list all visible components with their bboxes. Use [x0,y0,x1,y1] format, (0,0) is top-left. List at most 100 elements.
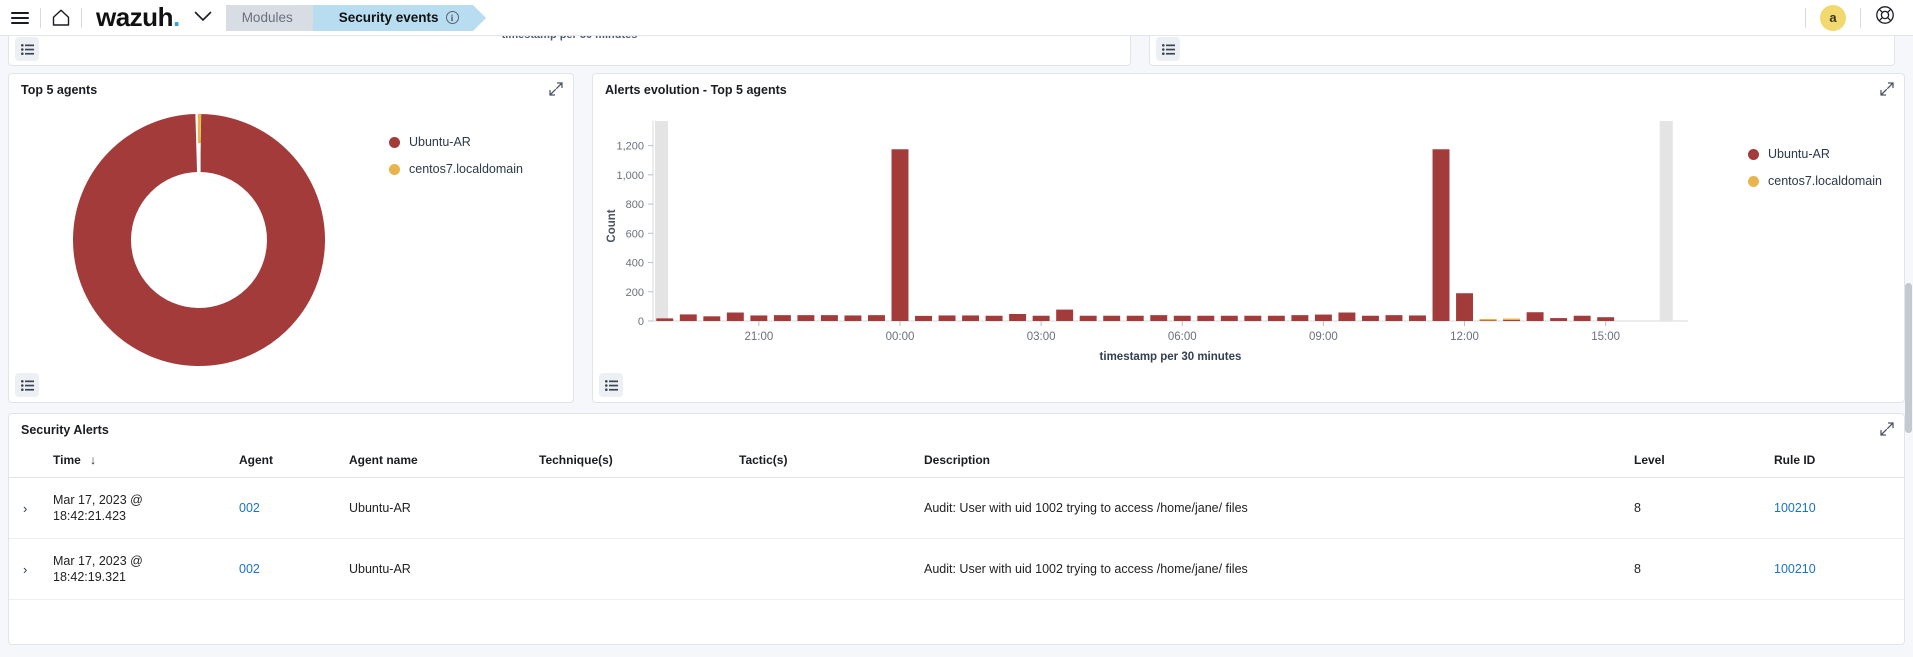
svg-text:Count: Count [606,209,618,242]
svg-text:1,200: 1,200 [616,141,644,153]
donut-chart[interactable] [73,114,325,366]
legend-label: centos7.localdomain [409,162,523,176]
col-agent-name[interactable]: Agent name [349,443,539,478]
breadcrumb-modules-label: Modules [241,10,293,25]
svg-text:15:00: 15:00 [1591,331,1620,343]
col-level[interactable]: Level [1634,443,1774,478]
charts-row: Top 5 agents Ubuntu-AR centos7.localdoma… [4,67,1909,403]
hamburger-icon [11,9,29,27]
brand-dot: . [172,2,180,32]
legend-color-dot [389,163,400,175]
svg-text:800: 800 [626,199,644,211]
col-rule-id[interactable]: Rule ID [1774,443,1904,478]
nav-right-controls: a [1805,4,1913,31]
top-5-agents-panel: Top 5 agents Ubuntu-AR centos7.localdoma… [8,73,574,403]
help-button[interactable] [1861,5,1907,30]
legend-color-dot [1748,148,1760,160]
avatar-container: a [1806,4,1860,31]
home-button[interactable] [41,0,81,36]
table-body: › Mar 17, 2023 @ 18:42:21.423 002 Ubuntu… [9,477,1904,600]
chevron-down-icon [194,9,212,27]
top-5-agents-body: Ubuntu-AR centos7.localdomain [9,103,573,373]
alerts-evolution-legend: Ubuntu-AR centos7.localdomain [1748,147,1882,201]
breadcrumb-security-events[interactable]: Security events i [312,4,486,31]
cell-level: 8 [1634,477,1774,539]
top-5-agents-expand-button[interactable] [548,81,564,97]
col-time[interactable]: Time ↓ [53,443,239,478]
partial-panel-left: timestamp per 30 minutes [8,29,1131,66]
page-scrollbar[interactable] [1905,283,1912,433]
alerts-evolution-expand-button[interactable] [1879,81,1895,97]
svg-text:03:00: 03:00 [1027,331,1056,343]
cell-techniques [539,538,739,600]
wazuh-logo: wazuh. [82,2,184,33]
svg-text:21:00: 21:00 [744,331,773,343]
brand-dropdown-button[interactable] [184,9,226,27]
top-5-agents-legend: Ubuntu-AR centos7.localdomain [389,107,523,373]
info-icon[interactable]: i [445,11,459,24]
expand-icon [549,82,563,96]
cell-time-date: Mar 17, 2023 @ [53,493,143,507]
legend-item[interactable]: Ubuntu-AR [389,135,523,149]
rule-id-link[interactable]: 100210 [1774,562,1816,576]
col-description[interactable]: Description [924,443,1634,478]
help-lifebuoy-icon [1875,6,1895,29]
avatar[interactable]: a [1820,4,1846,31]
cell-time: Mar 17, 2023 @ 18:42:19.321 [53,538,239,600]
breadcrumb-modules[interactable]: Modules [225,4,328,31]
breadcrumb-security-events-label: Security events [338,10,439,25]
legend-color-dot [389,136,400,148]
col-tactics[interactable]: Tactic(s) [739,443,924,478]
donut-chart-container [9,107,389,373]
cell-description: Audit: User with uid 1002 trying to acce… [924,477,1634,539]
row-expand-button[interactable]: › [9,538,53,600]
top-5-agents-inspect-button[interactable] [15,373,39,397]
chevron-right-icon: › [23,500,28,516]
list-inspect-icon [1161,43,1175,55]
partial-panel-right [1149,35,1895,66]
cell-agent: 002 [239,477,349,539]
svg-text:timestamp per 30 minutes: timestamp per 30 minutes [1100,351,1242,363]
menu-toggle-button[interactable] [0,0,40,36]
security-alerts-table: Time ↓ Agent Agent name Technique(s) Tac… [9,443,1904,600]
cell-tactics [739,477,924,539]
svg-text:1,000: 1,000 [616,170,644,182]
rule-id-link[interactable]: 100210 [1774,501,1816,515]
cell-agent-name: Ubuntu-AR [349,538,539,600]
alerts-evolution-title: Alerts evolution - Top 5 agents [605,83,787,97]
list-inspect-icon [604,379,618,391]
cell-time-clock: 18:42:19.321 [53,570,126,584]
top-5-agents-title: Top 5 agents [21,83,98,97]
legend-label: Ubuntu-AR [409,135,471,149]
legend-item[interactable]: centos7.localdomain [389,162,523,176]
agent-link[interactable]: 002 [239,501,260,515]
cell-time: Mar 17, 2023 @ 18:42:21.423 [53,477,239,539]
svg-text:200: 200 [626,287,644,299]
expand-icon [1880,422,1894,436]
security-alerts-expand-button[interactable] [1879,421,1895,437]
svg-text:600: 600 [626,228,644,240]
partial-panel-left-inspect-button[interactable] [15,37,39,61]
svg-text:09:00: 09:00 [1309,331,1338,343]
col-techniques[interactable]: Technique(s) [539,443,739,478]
legend-label: centos7.localdomain [1768,174,1882,188]
legend-color-dot [1748,175,1760,187]
cell-time-clock: 18:42:21.423 [53,509,126,523]
legend-item[interactable]: centos7.localdomain [1748,174,1882,188]
cell-agent-name: Ubuntu-AR [349,477,539,539]
legend-item[interactable]: Ubuntu-AR [1748,147,1882,161]
table-header-row: Time ↓ Agent Agent name Technique(s) Tac… [9,443,1904,478]
table-row[interactable]: › Mar 17, 2023 @ 18:42:21.423 002 Ubuntu… [9,477,1904,539]
alerts-evolution-inspect-button[interactable] [599,373,623,397]
alerts-evolution-chart[interactable]: 0 200 400 600 800 1,000 1,200 21:00 00:00 03:00 06… [593,103,1733,375]
row-expand-button[interactable]: › [9,477,53,539]
table-row[interactable]: › Mar 17, 2023 @ 18:42:19.321 002 Ubuntu… [9,538,1904,600]
security-alerts-title: Security Alerts [21,423,109,437]
partial-panel-right-inspect-button[interactable] [1156,37,1180,61]
col-agent[interactable]: Agent [239,443,349,478]
sort-descending-icon: ↓ [90,453,97,467]
cell-rule-id: 100210 [1774,477,1904,539]
svg-text:400: 400 [626,258,644,270]
top-navigation-bar: wazuh. Modules Security events i a [0,0,1913,36]
agent-link[interactable]: 002 [239,562,260,576]
